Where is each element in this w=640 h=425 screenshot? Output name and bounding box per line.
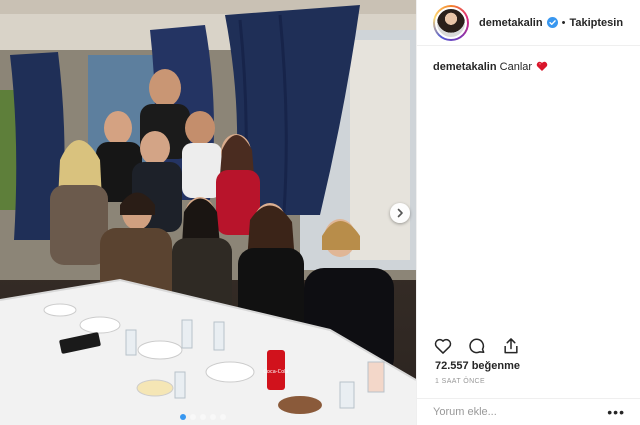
verified-icon <box>546 17 558 28</box>
carousel-dot <box>210 414 216 420</box>
carousel-dot <box>220 414 226 420</box>
post-header: demetakalin • Takiptesin <box>417 0 640 46</box>
coca-cola-can-label: Coca-Cola <box>263 369 288 375</box>
chevron-right-icon <box>397 208 403 218</box>
header-separator: • <box>561 16 566 29</box>
carousel-dot <box>190 414 196 420</box>
red-heart-emoji <box>536 61 548 76</box>
caption-text: Canlar <box>499 61 533 73</box>
avatar-image <box>435 6 467 39</box>
avatar[interactable] <box>433 4 469 41</box>
post-caption: demetakalin Canlar <box>417 46 640 76</box>
group-photo-illustration: Coca-Cola <box>0 0 416 425</box>
comment-box: ••• <box>417 398 640 425</box>
header-username[interactable]: demetakalin <box>479 17 543 29</box>
heart-icon[interactable] <box>433 336 453 356</box>
post-actions <box>433 336 521 356</box>
comment-input[interactable] <box>433 406 608 418</box>
more-options-button[interactable]: ••• <box>607 404 625 420</box>
post-side-panel: demetakalin • Takiptesin demetakalin Can… <box>416 0 640 425</box>
likes-count[interactable]: 72.557 beğenme <box>435 360 520 372</box>
share-icon[interactable] <box>501 336 521 356</box>
post-timestamp: 1 SAAT ÖNCE <box>435 378 486 385</box>
caption-username[interactable]: demetakalin <box>433 61 497 73</box>
carousel-dot <box>200 414 206 420</box>
post-photo[interactable]: Coca-Cola <box>0 0 416 425</box>
carousel-dot <box>180 414 186 420</box>
carousel-indicator <box>180 414 226 420</box>
following-button[interactable]: Takiptesin <box>569 17 623 29</box>
next-photo-button[interactable] <box>390 203 410 223</box>
comment-icon[interactable] <box>467 336 487 356</box>
